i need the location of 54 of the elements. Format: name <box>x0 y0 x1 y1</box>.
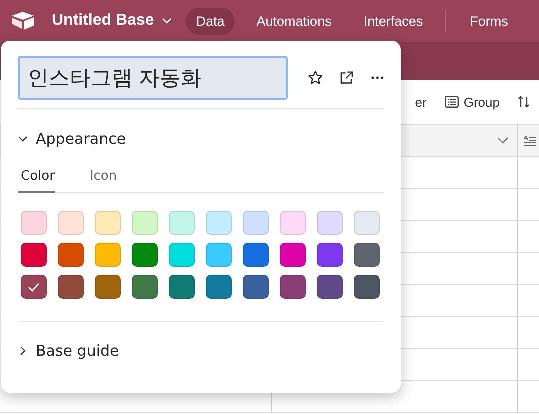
color-swatch[interactable] <box>58 211 84 235</box>
color-swatch[interactable] <box>95 275 121 299</box>
tab[interactable]: Icon <box>86 169 118 193</box>
color-swatch[interactable] <box>169 243 195 267</box>
color-swatch[interactable] <box>243 243 269 267</box>
color-swatch[interactable] <box>206 211 232 235</box>
color-swatch[interactable] <box>132 275 158 299</box>
color-swatch[interactable] <box>354 211 380 235</box>
base-name[interactable]: Untitled Base <box>52 12 154 30</box>
list-icon <box>444 96 459 108</box>
color-swatch[interactable] <box>21 211 47 235</box>
color-swatch[interactable] <box>354 275 380 299</box>
tab[interactable]: Color <box>18 169 55 193</box>
base-guide-toggle[interactable]: Base guide <box>18 342 120 360</box>
color-swatch[interactable] <box>206 275 232 299</box>
more-icon[interactable] <box>370 76 384 80</box>
color-swatch[interactable] <box>95 243 121 267</box>
text-field-icon <box>524 136 536 146</box>
group-button[interactable]: Group <box>444 94 500 110</box>
nav-tab[interactable]: Interfaces <box>354 8 434 34</box>
name-field[interactable]: 인스타그램 자동화 <box>18 56 288 100</box>
color-swatch[interactable] <box>243 275 269 299</box>
chevron-down-icon[interactable] <box>497 137 509 144</box>
color-swatch[interactable] <box>169 275 195 299</box>
nav-tab[interactable]: Data <box>186 8 235 34</box>
color-swatch[interactable] <box>206 243 232 267</box>
color-swatch[interactable] <box>95 211 121 235</box>
color-swatch[interactable] <box>317 211 343 235</box>
color-swatch[interactable] <box>132 243 158 267</box>
color-swatch[interactable] <box>280 275 306 299</box>
color-swatch[interactable] <box>132 211 158 235</box>
color-swatch[interactable] <box>317 275 343 299</box>
caret-icon[interactable] <box>162 18 172 24</box>
check-icon <box>28 282 40 292</box>
chevron-icon <box>18 134 28 144</box>
color-swatch[interactable] <box>317 243 343 267</box>
color-swatch[interactable] <box>21 275 47 299</box>
color-swatch[interactable] <box>243 211 269 235</box>
color-swatch[interactable] <box>21 243 47 267</box>
nav-tab[interactable]: Automations <box>246 8 342 34</box>
filter-button[interactable]: er <box>415 94 427 110</box>
color-swatch[interactable] <box>354 243 380 267</box>
color-swatch[interactable] <box>58 275 84 299</box>
color-swatch[interactable] <box>58 243 84 267</box>
appearance-toggle[interactable]: Appearance <box>18 130 126 148</box>
star-icon[interactable] <box>308 70 324 86</box>
color-swatch[interactable] <box>280 211 306 235</box>
nav-tab[interactable]: Forms <box>460 8 518 34</box>
color-swatch[interactable] <box>280 243 306 267</box>
sort-icon[interactable] <box>518 96 530 108</box>
color-swatch[interactable] <box>169 211 195 235</box>
chevron-icon <box>18 346 28 356</box>
box-logo-icon[interactable] <box>12 12 34 30</box>
external-link-icon[interactable] <box>340 71 354 85</box>
